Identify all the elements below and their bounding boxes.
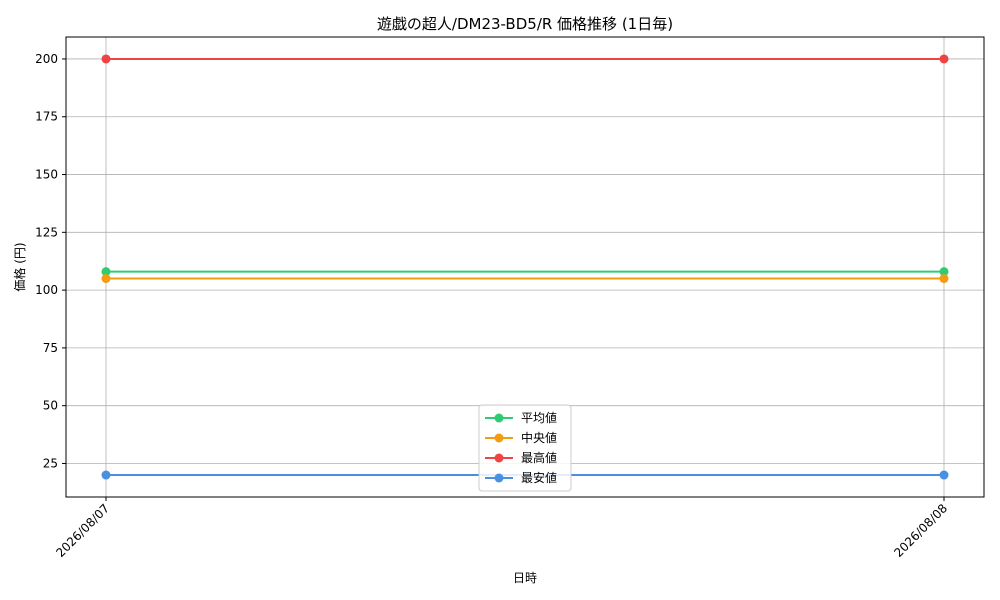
legend-swatch-marker	[494, 433, 504, 443]
y-tick-label: 200	[35, 52, 58, 66]
legend-label: 最安値	[521, 470, 557, 485]
x-axis-label: 日時	[513, 571, 537, 585]
y-axis-ticks: 25 50 75 100 125 150 175 200	[35, 52, 66, 470]
data-point	[939, 54, 949, 64]
legend-label: 平均値	[521, 410, 557, 425]
legend-label: 中央値	[521, 430, 557, 445]
y-tick-label: 150	[35, 168, 58, 182]
legend-swatch-marker	[494, 413, 504, 423]
price-chart: 255075100125150175200 2026/08/07 2026/08/…	[12, 15, 985, 585]
data-point	[101, 470, 111, 480]
y-tick-label: 100	[35, 283, 58, 297]
y-tick-label: 175	[35, 110, 58, 124]
x-axis-ticks: 2026/08/07 2026/08/08	[53, 497, 950, 560]
legend-swatch-marker	[494, 473, 504, 483]
data-point	[101, 274, 111, 284]
data-point	[939, 470, 949, 480]
legend-label: 最高値	[521, 450, 557, 465]
y-tick-label: 125	[35, 225, 58, 239]
data-point	[101, 54, 111, 64]
x-tick-label: 2026/08/07	[53, 501, 112, 560]
chart-title: 遊戯の超人/DM23-BD5/R 価格推移 (1日毎)	[377, 15, 673, 33]
y-axis-label: 価格 (円)	[12, 242, 27, 291]
y-tick-label: 75	[43, 341, 58, 355]
y-tick-label: 50	[43, 399, 58, 413]
legend: 平均値中央値最高値最安値	[478, 404, 572, 492]
legend-swatch-marker	[494, 453, 504, 463]
y-tick-label: 25	[43, 456, 58, 470]
x-tick-label: 2026/08/08	[891, 501, 950, 560]
data-point	[939, 274, 949, 284]
